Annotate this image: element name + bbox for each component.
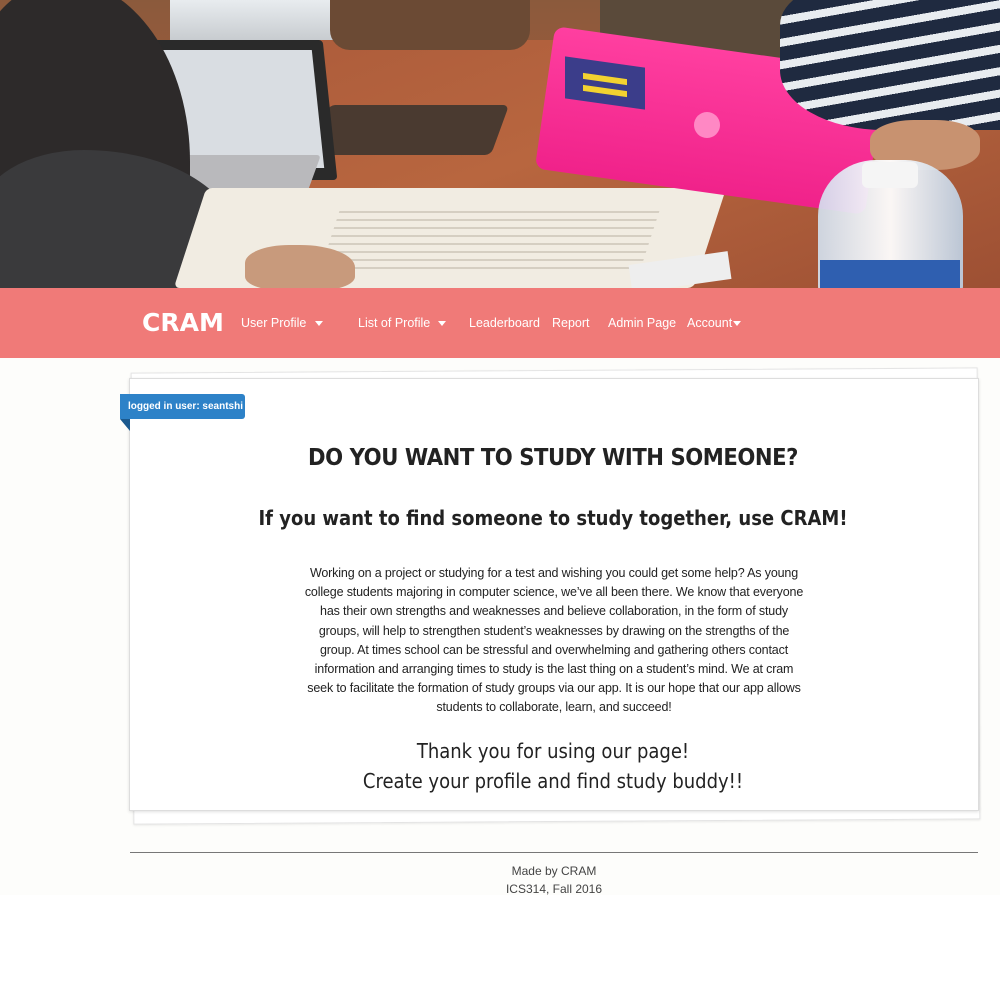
- top-navbar: CRAM User Profile List of Profile Leader…: [0, 288, 1000, 358]
- photo-hand: [245, 245, 355, 288]
- photo-chair: [330, 0, 530, 50]
- chevron-down-icon[interactable]: [315, 321, 323, 326]
- chevron-down-icon[interactable]: [438, 321, 446, 326]
- nav-list-of-profile[interactable]: List of Profile: [358, 313, 430, 333]
- nav-user-profile[interactable]: User Profile: [241, 313, 306, 333]
- thanks-message: Thank you for using our page! Create you…: [172, 736, 933, 796]
- footer: Made by CRAM ICS314, Fall 2016: [130, 862, 978, 898]
- logged-in-user-badge: logged in user: seantshi: [120, 394, 245, 419]
- photo-bottle-label: [820, 260, 960, 288]
- photo-apple-logo: [694, 112, 720, 138]
- hero-photo: [0, 0, 1000, 288]
- thanks-line: Thank you for using our page!: [416, 739, 690, 763]
- photo-tray: [310, 105, 510, 155]
- footer-credit: Made by CRAM: [511, 864, 597, 878]
- page-subheadline: If you want to find someone to study tog…: [258, 506, 848, 530]
- photo-student-right: [780, 0, 1000, 130]
- nav-account[interactable]: Account: [687, 313, 732, 333]
- nav-admin-page[interactable]: Admin Page: [608, 313, 676, 333]
- intro-paragraph: Working on a project or studying for a t…: [304, 566, 804, 715]
- nav-leaderboard[interactable]: Leaderboard: [469, 313, 540, 333]
- cta-line: Create your profile and find study buddy…: [362, 769, 744, 793]
- nav-report[interactable]: Report: [552, 313, 590, 333]
- footer-divider: [130, 852, 978, 853]
- page-headline: DO YOU WANT TO STUDY WITH SOMEONE?: [308, 445, 798, 471]
- photo-book-text: [318, 205, 662, 275]
- chevron-down-icon[interactable]: [733, 321, 741, 326]
- badge-fold: [120, 419, 130, 431]
- photo-bottle-cap: [862, 162, 918, 188]
- page-bottom: [0, 895, 1000, 1000]
- brand-logo[interactable]: CRAM: [142, 306, 224, 340]
